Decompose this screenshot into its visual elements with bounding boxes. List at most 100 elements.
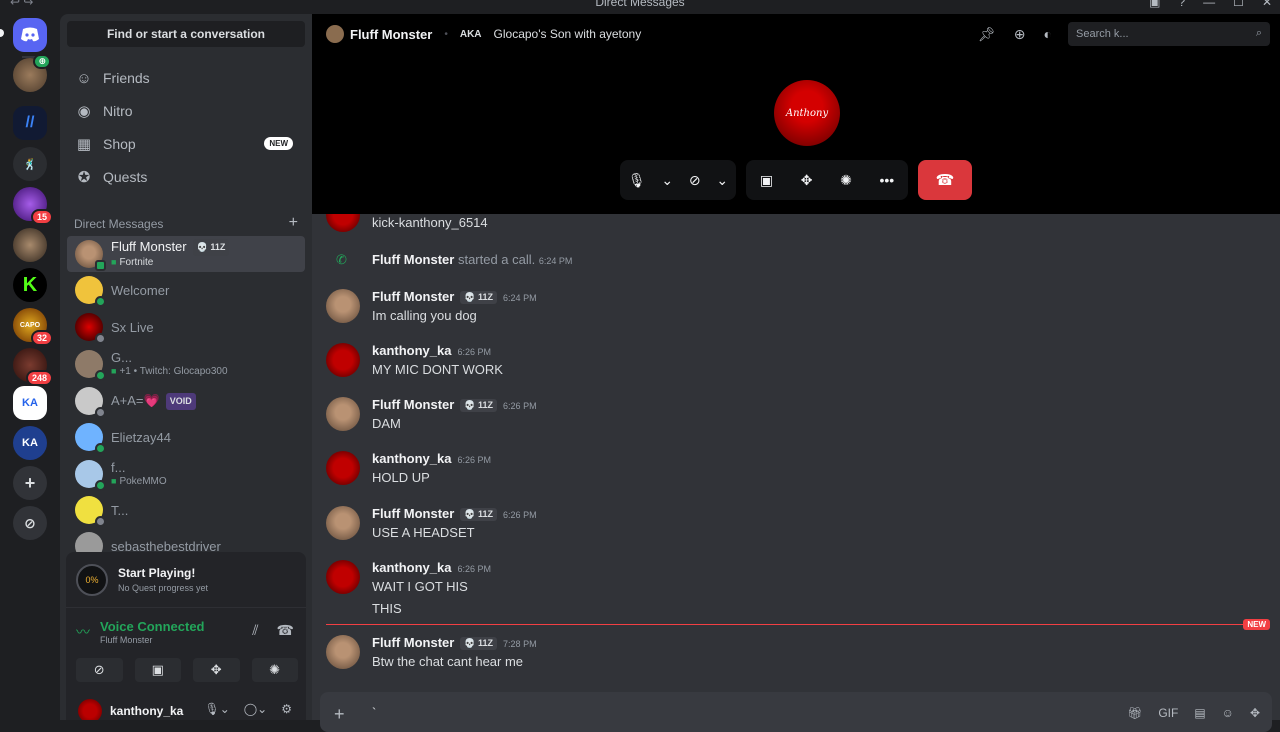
server-icon[interactable]: ⊕ [13,54,51,92]
message-input[interactable]: ` [372,705,376,720]
new-messages-divider [326,624,1254,625]
avatar[interactable] [326,397,360,431]
dm-item[interactable]: Elietzay44 [67,419,305,455]
selected-indicator [0,29,4,37]
nav-label: Shop [103,136,136,152]
dm-header: Direct Messages + [74,214,298,232]
nav-friends[interactable]: ☺ Friends [67,62,305,94]
signal-icon: 〰 [76,624,90,640]
find-conversation-button[interactable]: Find or start a conversation [67,21,305,47]
new-badge: NEW [1243,619,1270,630]
avatar[interactable] [326,451,360,485]
server-icon[interactable]: KA [13,426,47,460]
main-content: Fluff Monster • AKA Glocapo's Son with a… [312,14,1280,732]
chevron-down-icon[interactable]: ⌄ [716,172,728,189]
gif-icon[interactable]: GIF [1158,706,1178,720]
user-panel: 0% Start Playing! No Quest progress yet … [66,552,306,720]
apps-icon[interactable]: ✥ [1250,706,1260,720]
discover-icon[interactable]: ⊘ [13,506,47,540]
nav-label: Friends [103,70,150,86]
maximize-icon[interactable]: ☐ [1233,0,1244,9]
gift-icon[interactable]: 🎁︎ [1127,706,1142,720]
screen-share-button[interactable]: ▣ [134,658,181,682]
microphone-icon[interactable]: 🎙︎⌄ [204,702,229,716]
nav-nitro[interactable]: ◉ Nitro [67,95,305,127]
avatar [78,699,102,720]
dm-item[interactable]: f... ■ PokeMMO [67,456,305,492]
quest-card[interactable]: 0% Start Playing! No Quest progress yet [66,552,306,608]
server-icon[interactable]: 15 [13,187,53,225]
pin-icon[interactable]: 📌︎ [978,26,996,43]
server-icon[interactable] [13,228,47,262]
soundboard-button[interactable]: ✺ [251,658,298,682]
dm-item[interactable]: G... ■ +1 • Twitch: Glocapo300 [67,346,305,382]
avatar[interactable] [326,343,360,377]
camera-off-button[interactable]: ⊘ [76,658,123,682]
end-call-button[interactable]: ☎ [918,160,972,200]
kick-server-icon[interactable]: K [13,268,47,302]
avatar [75,240,106,271]
direct-messages-home-button[interactable] [13,18,47,52]
dm-item[interactable]: A+A=💗 VOID [67,383,305,419]
microphone-icon[interactable]: 🎙︎ [628,172,646,189]
server-icon[interactable]: // [13,106,47,140]
friends-icon: ☺ [76,69,92,87]
minimize-icon[interactable]: — [1203,0,1215,9]
chevron-down-icon[interactable]: ⌄ [661,172,673,189]
dm-item[interactable]: T... [67,492,305,528]
noise-suppression-icon[interactable]: ⫽ [252,622,258,639]
add-server-icon[interactable]: + [13,466,47,500]
current-user[interactable]: kanthony_ka 🎙︎⌄ ◯⌄ ⚙ [66,696,306,720]
camera-off-icon[interactable]: ⊘ [689,172,701,189]
activities-button[interactable]: ✥ [193,658,240,682]
avatar[interactable] [326,214,360,232]
call-extra-controls: ▣ ✥ ✺ ••• [746,160,908,200]
dm-item[interactable]: Sx Live [67,309,305,345]
discord-logo-icon [21,27,39,42]
soundboard-icon[interactable]: ✺ [840,172,852,189]
nitro-icon: ◉ [77,103,91,120]
game-icon: ■ [111,366,117,376]
dm-sidebar: Find or start a conversation ☺ Friends ◉… [60,14,312,720]
dm-title: Fluff Monster [350,26,433,42]
title-bar: ↩ ↪ Direct Messages ▣ ? — ☐ ✕ [0,0,1280,14]
server-icon[interactable]: 🕺 [13,147,47,181]
server-icon[interactable]: 248 [13,348,53,386]
message-list: kick-kanthony_6514 ✆ Fluff Monster start… [312,214,1280,684]
nav-shop[interactable]: ▦ Shop NEW [67,128,305,160]
close-icon[interactable]: ✕ [1262,0,1272,9]
back-forward-icons[interactable]: ↩ ↪ [10,0,33,9]
more-icon[interactable]: ••• [879,172,894,188]
nav-label: Quests [103,169,148,185]
header-actions: 📌︎ ⊕ ◐ [978,26,1052,43]
sticker-icon[interactable]: ▤ [1194,706,1205,720]
create-dm-icon[interactable]: + [289,215,298,231]
avatar[interactable] [326,289,360,323]
server-list: ⊕ // 🕺 15 K CAPO 32 248 KA KA + ⊘ [0,14,60,720]
emoji-icon[interactable]: ☺ [1222,706,1234,720]
server-icon[interactable]: CAPO 32 [13,308,53,346]
shop-icon: ▦ [76,136,92,153]
search-input[interactable]: Search k... ⌕ [1068,22,1270,46]
nav-quests[interactable]: ✪ Quests [67,161,305,193]
message-composer[interactable]: + ` 🎁︎ GIF ▤ ☺ ✥ [320,692,1272,732]
help-icon[interactable]: ? [1178,0,1185,9]
avatar[interactable] [326,635,360,669]
avatar[interactable] [326,560,360,594]
dm-item[interactable]: Welcomer [67,272,305,308]
call-audio-controls: 🎙︎ ⌄ ⊘ ⌄ [620,160,736,200]
settings-gear-icon[interactable]: ⚙ [281,702,292,716]
inbox-icon[interactable]: ▣ [1149,0,1160,9]
add-friends-icon[interactable]: ⊕ [1014,26,1026,43]
add-attachment-icon[interactable]: + [334,704,345,725]
disconnect-icon[interactable]: ☎ [277,622,294,639]
screen-share-icon[interactable]: ▣ [760,172,773,189]
server-icon[interactable]: KA [13,386,47,420]
avatar[interactable] [326,506,360,540]
headphones-icon[interactable]: ◯⌄ [244,702,267,716]
new-badge: NEW [264,137,293,150]
call-participant-avatar[interactable]: Anthony [774,80,840,146]
activities-icon[interactable]: ✥ [801,172,813,189]
user-profile-icon[interactable]: ◐ [1044,26,1052,43]
dm-item[interactable]: Fluff Monster 💀 11Z ■ Fortnite [67,236,305,272]
